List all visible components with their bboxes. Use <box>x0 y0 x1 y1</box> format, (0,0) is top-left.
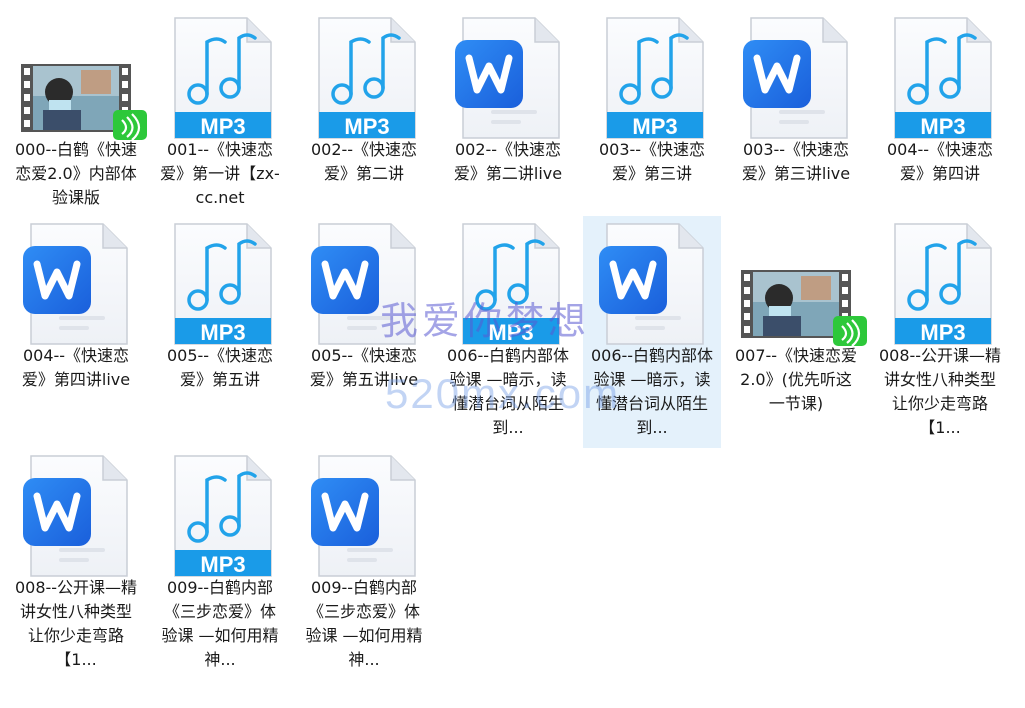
file-name-label: 003--《快速恋爱》第三讲live <box>741 140 851 183</box>
file-name-label: 005--《快速恋爱》第五讲live <box>309 346 419 389</box>
mp3-file-icon: MP3 <box>173 16 273 144</box>
file-item[interactable]: MP3 009--白鹤内部《三步恋爱》体验课 —如何用精神... <box>151 448 289 672</box>
file-item[interactable]: MP3 008--公开课—精讲女性八种类型 让你少走弯路【1... <box>871 216 1009 440</box>
mp3-badge: MP3 <box>920 114 966 139</box>
file-icon-area: MP3 <box>871 10 1009 139</box>
mp3-file-icon: MP3 <box>893 16 993 144</box>
file-icon-area <box>727 216 867 347</box>
mp3-badge: MP3 <box>200 114 246 139</box>
file-name-label: 002--《快速恋爱》第二讲 <box>310 140 418 183</box>
file-icon-area <box>7 10 147 141</box>
word-document-icon <box>599 222 705 350</box>
file-item[interactable]: 005--《快速恋爱》第五讲live <box>295 216 433 392</box>
file-name-label: 007--《快速恋爱2.0》(优先听这一节课) <box>734 346 858 413</box>
mp3-badge: MP3 <box>632 114 678 139</box>
file-item[interactable]: 000--白鹤《快速恋爱2.0》内部体验课版 <box>7 10 147 210</box>
file-item[interactable]: MP3 002--《快速恋爱》第二讲 <box>295 10 433 186</box>
mp3-file-icon: MP3 <box>893 222 993 350</box>
file-icon-area: MP3 <box>439 216 577 345</box>
mp3-file-icon: MP3 <box>317 16 417 144</box>
mp3-badge: MP3 <box>200 552 246 577</box>
mp3-file-icon: MP3 <box>173 454 273 582</box>
file-name-label: 005--《快速恋爱》第五讲 <box>166 346 274 389</box>
file-name-label: 008--公开课—精讲女性八种类型 让你少走弯路【1... <box>878 346 1002 437</box>
file-icon-area: MP3 <box>871 216 1009 345</box>
word-document-icon <box>23 454 129 582</box>
word-document-icon <box>23 222 129 350</box>
mp3-badge: MP3 <box>200 320 246 345</box>
mp3-badge: MP3 <box>344 114 390 139</box>
mp3-file-icon: MP3 <box>173 222 273 350</box>
file-name-label: 009--白鹤内部《三步恋爱》体验课 —如何用精神... <box>161 578 279 669</box>
mp3-badge: MP3 <box>920 320 966 345</box>
mp3-file-icon: MP3 <box>461 222 561 350</box>
file-icon-area <box>7 216 145 345</box>
file-icon-area <box>727 10 865 139</box>
file-icon-area <box>7 448 145 577</box>
file-icon-area <box>583 216 721 345</box>
file-item[interactable]: MP3 001--《快速恋爱》第一讲【zx-cc.net <box>151 10 289 210</box>
video-file-icon <box>741 270 869 350</box>
file-item[interactable]: 008--公开课—精讲女性八种类型 让你少走弯路【1... <box>7 448 145 672</box>
file-icon-area <box>295 216 433 345</box>
file-name-label: 008--公开课—精讲女性八种类型 让你少走弯路【1... <box>14 578 138 669</box>
file-name-label: 006--白鹤内部体验课 —暗示，读懂潜台词从陌生到... <box>590 346 714 437</box>
file-icon-area: MP3 <box>583 10 721 139</box>
file-name-label: 009--白鹤内部《三步恋爱》体验课 —如何用精神... <box>305 578 423 669</box>
file-name-label: 000--白鹤《快速恋爱2.0》内部体验课版 <box>14 140 138 207</box>
file-name-label: 006--白鹤内部体验课 —暗示，读懂潜台词从陌生到... <box>446 346 570 437</box>
file-item[interactable]: 002--《快速恋爱》第二讲live <box>439 10 577 186</box>
file-item[interactable]: 004--《快速恋爱》第四讲live <box>7 216 145 392</box>
file-item[interactable]: MP3 004--《快速恋爱》第四讲 <box>871 10 1009 186</box>
file-icon-area: MP3 <box>151 10 289 139</box>
video-file-icon <box>21 64 149 144</box>
file-name-label: 004--《快速恋爱》第四讲 <box>886 140 994 183</box>
file-item[interactable]: 003--《快速恋爱》第三讲live <box>727 10 865 186</box>
file-item[interactable]: 009--白鹤内部《三步恋爱》体验课 —如何用精神... <box>295 448 433 672</box>
file-item[interactable]: MP3 006--白鹤内部体验课 —暗示，读懂潜台词从陌生到... <box>439 216 577 440</box>
file-icon-area: MP3 <box>295 10 433 139</box>
file-grid: 000--白鹤《快速恋爱2.0》内部体验课版 MP3 001--《快速恋爱》第一讲【… <box>0 0 1025 708</box>
word-document-icon <box>311 454 417 582</box>
file-item[interactable]: 007--《快速恋爱2.0》(优先听这一节课) <box>727 216 867 416</box>
mp3-badge: MP3 <box>488 320 534 345</box>
word-document-icon <box>743 16 849 144</box>
file-name-label: 002--《快速恋爱》第二讲live <box>453 140 563 183</box>
file-name-label: 003--《快速恋爱》第三讲 <box>598 140 706 183</box>
file-icon-area: MP3 <box>151 448 289 577</box>
mp3-file-icon: MP3 <box>605 16 705 144</box>
file-item[interactable]: MP3 003--《快速恋爱》第三讲 <box>583 10 721 186</box>
word-document-icon <box>311 222 417 350</box>
file-icon-area <box>439 10 577 139</box>
file-icon-area: MP3 <box>151 216 289 345</box>
file-item[interactable]: MP3 005--《快速恋爱》第五讲 <box>151 216 289 392</box>
file-name-label: 004--《快速恋爱》第四讲live <box>21 346 131 389</box>
file-name-label: 001--《快速恋爱》第一讲【zx-cc.net <box>160 140 280 207</box>
file-icon-area <box>295 448 433 577</box>
word-document-icon <box>455 16 561 144</box>
file-item[interactable]: 006--白鹤内部体验课 —暗示，读懂潜台词从陌生到... <box>583 216 721 448</box>
